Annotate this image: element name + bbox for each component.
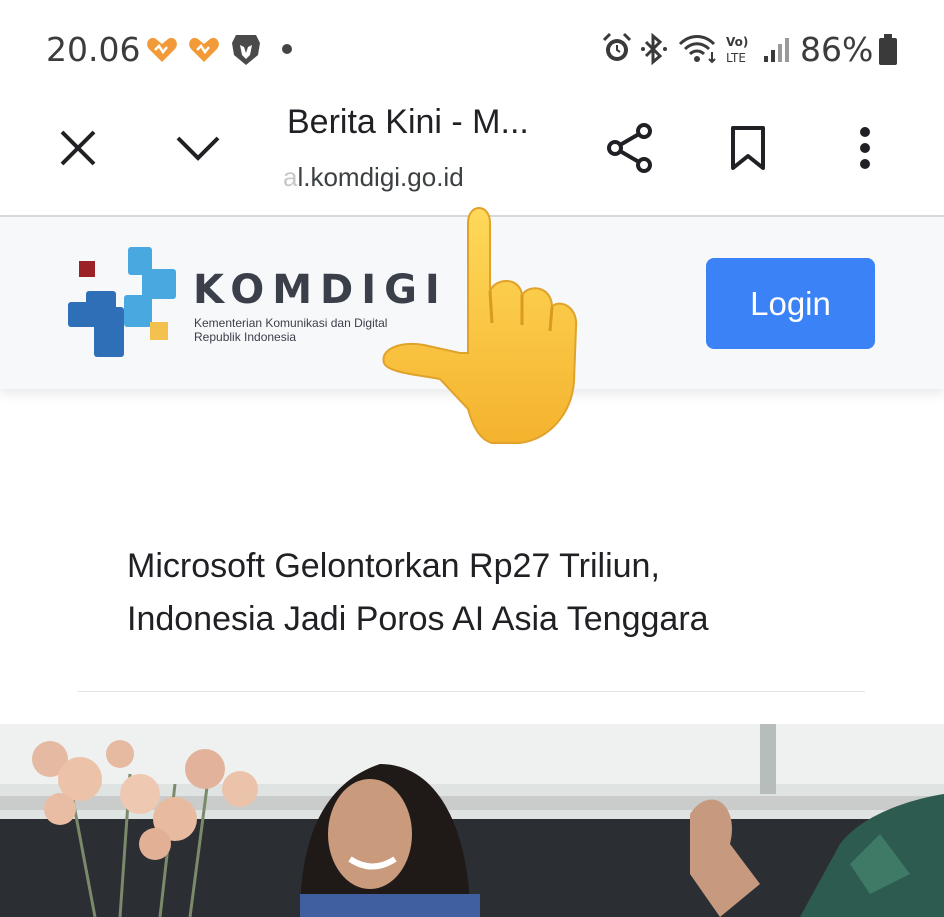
bookmark-button[interactable] bbox=[718, 118, 778, 178]
battery-icon bbox=[879, 34, 897, 65]
battery-percent: 86% bbox=[800, 30, 874, 69]
share-button[interactable] bbox=[600, 118, 660, 178]
share-icon bbox=[607, 123, 652, 173]
notification-dot bbox=[282, 44, 292, 54]
logo-subtitle: Kementerian Komunikasi dan Digital bbox=[194, 316, 388, 330]
komdigi-logo-icon[interactable] bbox=[66, 247, 184, 359]
minimize-button[interactable] bbox=[170, 120, 226, 176]
url-faded-part: a bbox=[283, 162, 298, 192]
article-image bbox=[0, 724, 944, 917]
status-bar: 20.06 Vo) LTE 86% bbox=[0, 0, 944, 100]
article-headline: Microsoft Gelontorkan Rp27 Triliun, Indo… bbox=[127, 540, 847, 646]
volte-icon: Vo) LTE bbox=[726, 35, 748, 65]
status-time: 20.06 bbox=[46, 30, 141, 69]
headline-line-1: Microsoft Gelontorkan Rp27 Triliun, bbox=[127, 547, 660, 585]
alarm-icon bbox=[602, 32, 632, 61]
heart-icon bbox=[147, 37, 177, 62]
headline-line-2: Indonesia Jadi Poros AI Asia Tenggara bbox=[127, 600, 709, 638]
bookmark-icon bbox=[731, 126, 765, 170]
svg-text:Vo): Vo) bbox=[726, 35, 748, 49]
bluetooth-icon bbox=[641, 32, 667, 66]
pointing-hand-icon bbox=[382, 207, 578, 444]
svg-text:LTE: LTE bbox=[726, 51, 746, 65]
brave-lion-icon bbox=[232, 35, 260, 65]
signal-icon bbox=[764, 38, 789, 62]
page-url[interactable]: al.komdigi.go.id bbox=[283, 162, 464, 193]
heart-icon bbox=[189, 37, 219, 62]
logo-subtitle-country: Republik Indonesia bbox=[194, 330, 297, 344]
headline-divider bbox=[78, 691, 865, 692]
close-button[interactable] bbox=[50, 120, 106, 176]
page-title[interactable]: Berita Kini - M... bbox=[287, 103, 529, 142]
more-vert-icon bbox=[860, 127, 870, 169]
chevron-down-icon bbox=[176, 136, 220, 161]
wifi-icon bbox=[678, 35, 716, 64]
browser-toolbar: Berita Kini - M... al.komdigi.go.id bbox=[0, 100, 944, 216]
article-photo[interactable] bbox=[0, 724, 944, 917]
url-main-part: l.komdigi.go.id bbox=[297, 162, 464, 192]
login-button[interactable]: Login bbox=[706, 258, 875, 349]
more-options-button[interactable] bbox=[840, 118, 890, 178]
close-icon bbox=[60, 130, 96, 166]
